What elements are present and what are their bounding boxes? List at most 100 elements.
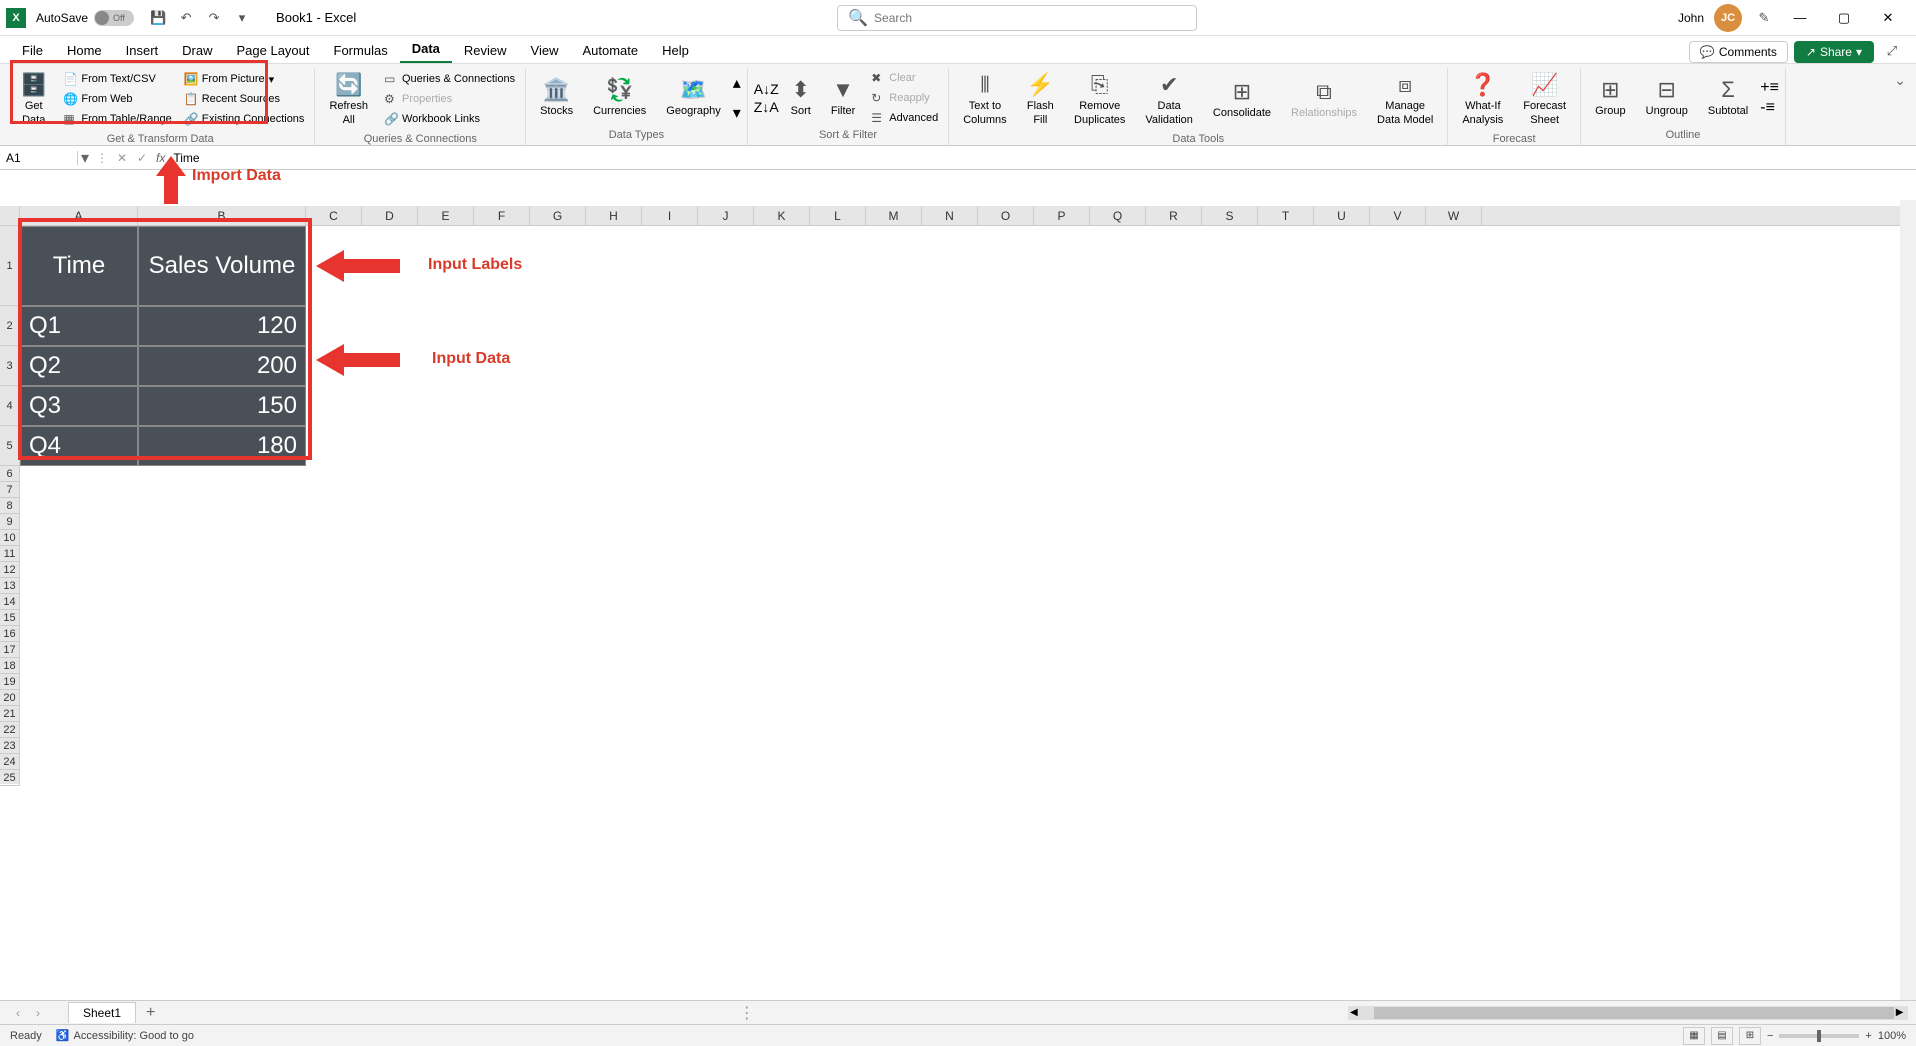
name-box-dropdown-icon[interactable]: ▾ xyxy=(78,148,92,168)
row-header-20[interactable]: 20 xyxy=(0,690,20,706)
row-header-22[interactable]: 22 xyxy=(0,722,20,738)
normal-view-button[interactable]: ▦ xyxy=(1683,1027,1705,1045)
column-header-T[interactable]: T xyxy=(1258,206,1314,225)
row-header-3[interactable]: 3 xyxy=(0,346,20,386)
tab-review[interactable]: Review xyxy=(452,38,519,63)
row-header-6[interactable]: 6 xyxy=(0,466,20,482)
tab-file[interactable]: File xyxy=(10,38,55,63)
column-header-J[interactable]: J xyxy=(698,206,754,225)
column-header-M[interactable]: M xyxy=(866,206,922,225)
sheet-nav-prev[interactable]: ‹ xyxy=(8,1006,28,1020)
row-header-21[interactable]: 21 xyxy=(0,706,20,722)
column-header-N[interactable]: N xyxy=(922,206,978,225)
row-header-24[interactable]: 24 xyxy=(0,754,20,770)
vertical-scrollbar[interactable] xyxy=(1900,200,1916,1000)
remove-duplicates-button[interactable]: ⎘Remove Duplicates xyxy=(1066,68,1133,131)
cell-time-1[interactable]: Q2 xyxy=(20,346,138,386)
page-break-view-button[interactable]: ⊞ xyxy=(1739,1027,1761,1045)
datatypes-down-icon[interactable]: ▾ xyxy=(733,103,741,123)
column-header-W[interactable]: W xyxy=(1426,206,1482,225)
row-header-4[interactable]: 4 xyxy=(0,386,20,426)
maximize-button[interactable]: ▢ xyxy=(1822,2,1866,34)
row-header-11[interactable]: 11 xyxy=(0,546,20,562)
row-header-12[interactable]: 12 xyxy=(0,562,20,578)
close-button[interactable]: ✕ xyxy=(1866,2,1910,34)
properties-button[interactable]: ⚙Properties xyxy=(380,90,519,108)
group-button[interactable]: ⊞Group xyxy=(1587,73,1634,123)
tab-formulas[interactable]: Formulas xyxy=(322,38,400,63)
row-header-10[interactable]: 10 xyxy=(0,530,20,546)
scroll-right-icon[interactable]: ▶ xyxy=(1896,1007,1904,1018)
row-header-9[interactable]: 9 xyxy=(0,514,20,530)
horizontal-scrollbar-thumb[interactable] xyxy=(1374,1007,1894,1019)
enter-formula-icon[interactable]: ✓ xyxy=(132,151,152,165)
undo-icon[interactable]: ↶ xyxy=(174,6,198,30)
cancel-formula-icon[interactable]: ✕ xyxy=(112,151,132,165)
geography-button[interactable]: 🗺️Geography xyxy=(658,73,728,123)
show-detail-icon[interactable]: +≡ xyxy=(1760,79,1779,97)
row-header-25[interactable]: 25 xyxy=(0,770,20,786)
zoom-out-button[interactable]: − xyxy=(1767,1030,1773,1042)
zoom-slider-thumb[interactable] xyxy=(1817,1030,1821,1042)
row-header-2[interactable]: 2 xyxy=(0,306,20,346)
cell-value-1[interactable]: 200 xyxy=(138,346,306,386)
clear-button[interactable]: ✖Clear xyxy=(867,69,942,87)
tab-draw[interactable]: Draw xyxy=(170,38,224,63)
column-header-I[interactable]: I xyxy=(642,206,698,225)
redo-icon[interactable]: ↷ xyxy=(202,6,226,30)
search-box[interactable]: 🔍 xyxy=(837,5,1197,31)
share-button[interactable]: ↗ Share ▾ xyxy=(1794,41,1874,63)
advanced-button[interactable]: ☰Advanced xyxy=(867,109,942,127)
column-header-P[interactable]: P xyxy=(1034,206,1090,225)
ungroup-button[interactable]: ⊟Ungroup xyxy=(1638,73,1696,123)
tab-data[interactable]: Data xyxy=(400,36,452,63)
data-validation-button[interactable]: ✔Data Validation xyxy=(1137,68,1201,131)
tab-insert[interactable]: Insert xyxy=(114,38,171,63)
header-time[interactable]: Time xyxy=(20,226,138,306)
existing-connections-button[interactable]: 🔗Existing Connections xyxy=(180,110,309,128)
sort-za-icon[interactable]: Z↓A xyxy=(754,99,779,115)
recent-sources-button[interactable]: 📋Recent Sources xyxy=(180,90,309,108)
column-header-D[interactable]: D xyxy=(362,206,418,225)
tab-automate[interactable]: Automate xyxy=(570,38,650,63)
select-all-corner[interactable] xyxy=(0,206,20,225)
row-header-17[interactable]: 17 xyxy=(0,642,20,658)
formula-menu-icon[interactable]: ⋮ xyxy=(92,151,112,165)
subtotal-button[interactable]: ΣSubtotal xyxy=(1700,73,1756,123)
horizontal-scrollbar[interactable]: ◀ ▶ xyxy=(1348,1006,1908,1020)
hide-detail-icon[interactable]: -≡ xyxy=(1760,99,1779,117)
tab-view[interactable]: View xyxy=(519,38,571,63)
row-header-5[interactable]: 5 xyxy=(0,426,20,466)
tab-home[interactable]: Home xyxy=(55,38,114,63)
forecast-sheet-button[interactable]: 📈Forecast Sheet xyxy=(1515,68,1574,131)
search-input[interactable] xyxy=(874,11,1186,25)
tab-help[interactable]: Help xyxy=(650,38,701,63)
from-picture-button[interactable]: 🖼️From Picture▾ xyxy=(180,70,309,88)
from-web-button[interactable]: 🌐From Web xyxy=(59,90,175,108)
row-header-1[interactable]: 1 xyxy=(0,226,20,306)
save-icon[interactable]: 💾 xyxy=(146,6,170,30)
text-to-columns-button[interactable]: ⫴Text to Columns xyxy=(955,68,1014,131)
cell-value-0[interactable]: 120 xyxy=(138,306,306,346)
row-header-8[interactable]: 8 xyxy=(0,498,20,514)
relationships-button[interactable]: ⧉Relationships xyxy=(1283,75,1365,125)
cell-value-2[interactable]: 150 xyxy=(138,386,306,426)
column-header-A[interactable]: A xyxy=(20,206,138,225)
cell-time-2[interactable]: Q3 xyxy=(20,386,138,426)
queries-connections-button[interactable]: ▭Queries & Connections xyxy=(380,70,519,88)
row-header-19[interactable]: 19 xyxy=(0,674,20,690)
column-header-Q[interactable]: Q xyxy=(1090,206,1146,225)
currencies-button[interactable]: 💱Currencies xyxy=(585,73,654,123)
add-sheet-button[interactable]: + xyxy=(146,1004,155,1022)
filter-button[interactable]: ▼Filter xyxy=(823,73,863,123)
sort-button[interactable]: ⬍Sort xyxy=(783,73,819,123)
row-header-13[interactable]: 13 xyxy=(0,578,20,594)
row-header-18[interactable]: 18 xyxy=(0,658,20,674)
tab-page-layout[interactable]: Page Layout xyxy=(225,38,322,63)
sort-az-icon[interactable]: A↓Z xyxy=(754,81,779,97)
sheet-nav-next[interactable]: › xyxy=(28,1006,48,1020)
column-header-S[interactable]: S xyxy=(1202,206,1258,225)
from-table-range-button[interactable]: ▦From Table/Range xyxy=(59,110,175,128)
row-header-15[interactable]: 15 xyxy=(0,610,20,626)
column-header-G[interactable]: G xyxy=(530,206,586,225)
